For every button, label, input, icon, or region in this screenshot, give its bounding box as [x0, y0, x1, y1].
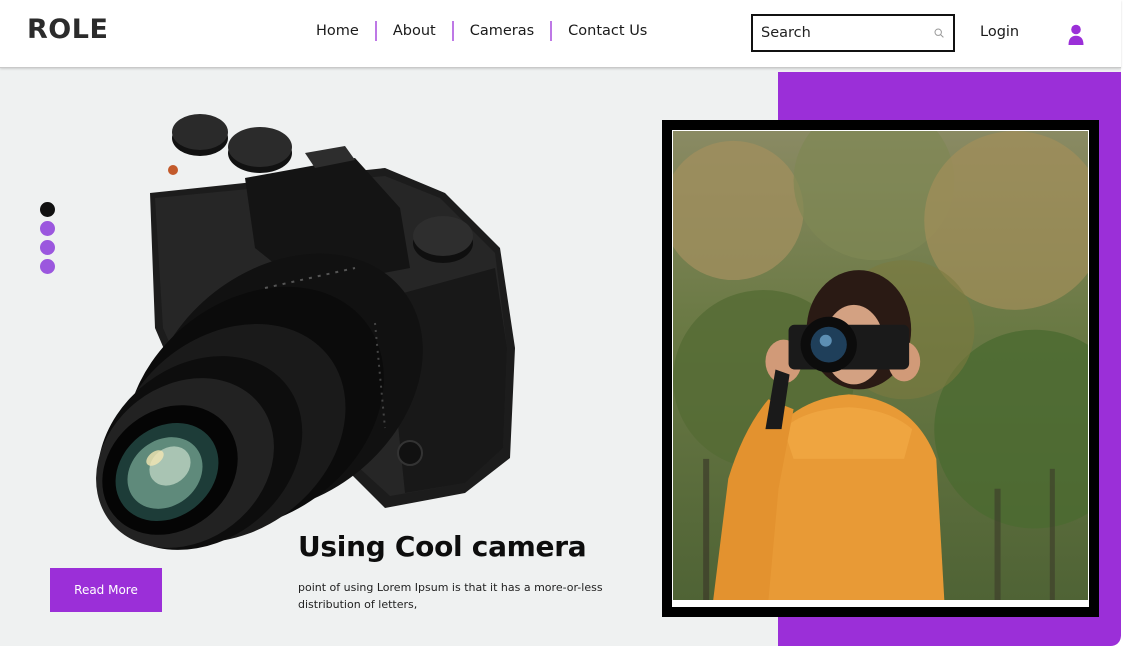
main-nav: Home About Cameras Contact Us [300, 20, 663, 42]
nav-item-about[interactable]: About [377, 20, 452, 42]
slider-dots [40, 202, 55, 274]
photographer-image [673, 131, 1088, 600]
featured-photo-frame [662, 120, 1099, 617]
read-more-button[interactable]: Read More [50, 568, 162, 612]
hero-description: point of using Lorem Ipsum is that it ha… [298, 581, 603, 611]
camera-image [96, 114, 515, 550]
search-box [751, 14, 955, 52]
search-icon[interactable] [934, 28, 944, 38]
search-input[interactable] [753, 16, 953, 50]
nav-item-contact-us[interactable]: Contact Us [552, 20, 663, 42]
slider-dot-1[interactable] [40, 202, 55, 217]
nav-divider [451, 21, 454, 41]
hero-section: Using Cool camera point of using Lorem I… [0, 68, 1121, 646]
brand-logo[interactable]: ROLE [27, 14, 108, 45]
featured-photo [673, 131, 1088, 600]
nav-item-cameras[interactable]: Cameras [454, 20, 550, 42]
nav-divider [550, 21, 553, 41]
slider-dot-4[interactable] [40, 259, 55, 274]
nav-divider [374, 21, 377, 41]
hero-headline: Using Cool camera [298, 530, 587, 563]
login-link[interactable]: Login [980, 24, 1019, 40]
nav-item-home[interactable]: Home [300, 20, 375, 42]
slider-dot-3[interactable] [40, 240, 55, 255]
site-header: ROLE Home About Cameras Contact Us Login [0, 0, 1121, 68]
slider-dot-2[interactable] [40, 221, 55, 236]
user-icon[interactable] [1067, 24, 1085, 46]
